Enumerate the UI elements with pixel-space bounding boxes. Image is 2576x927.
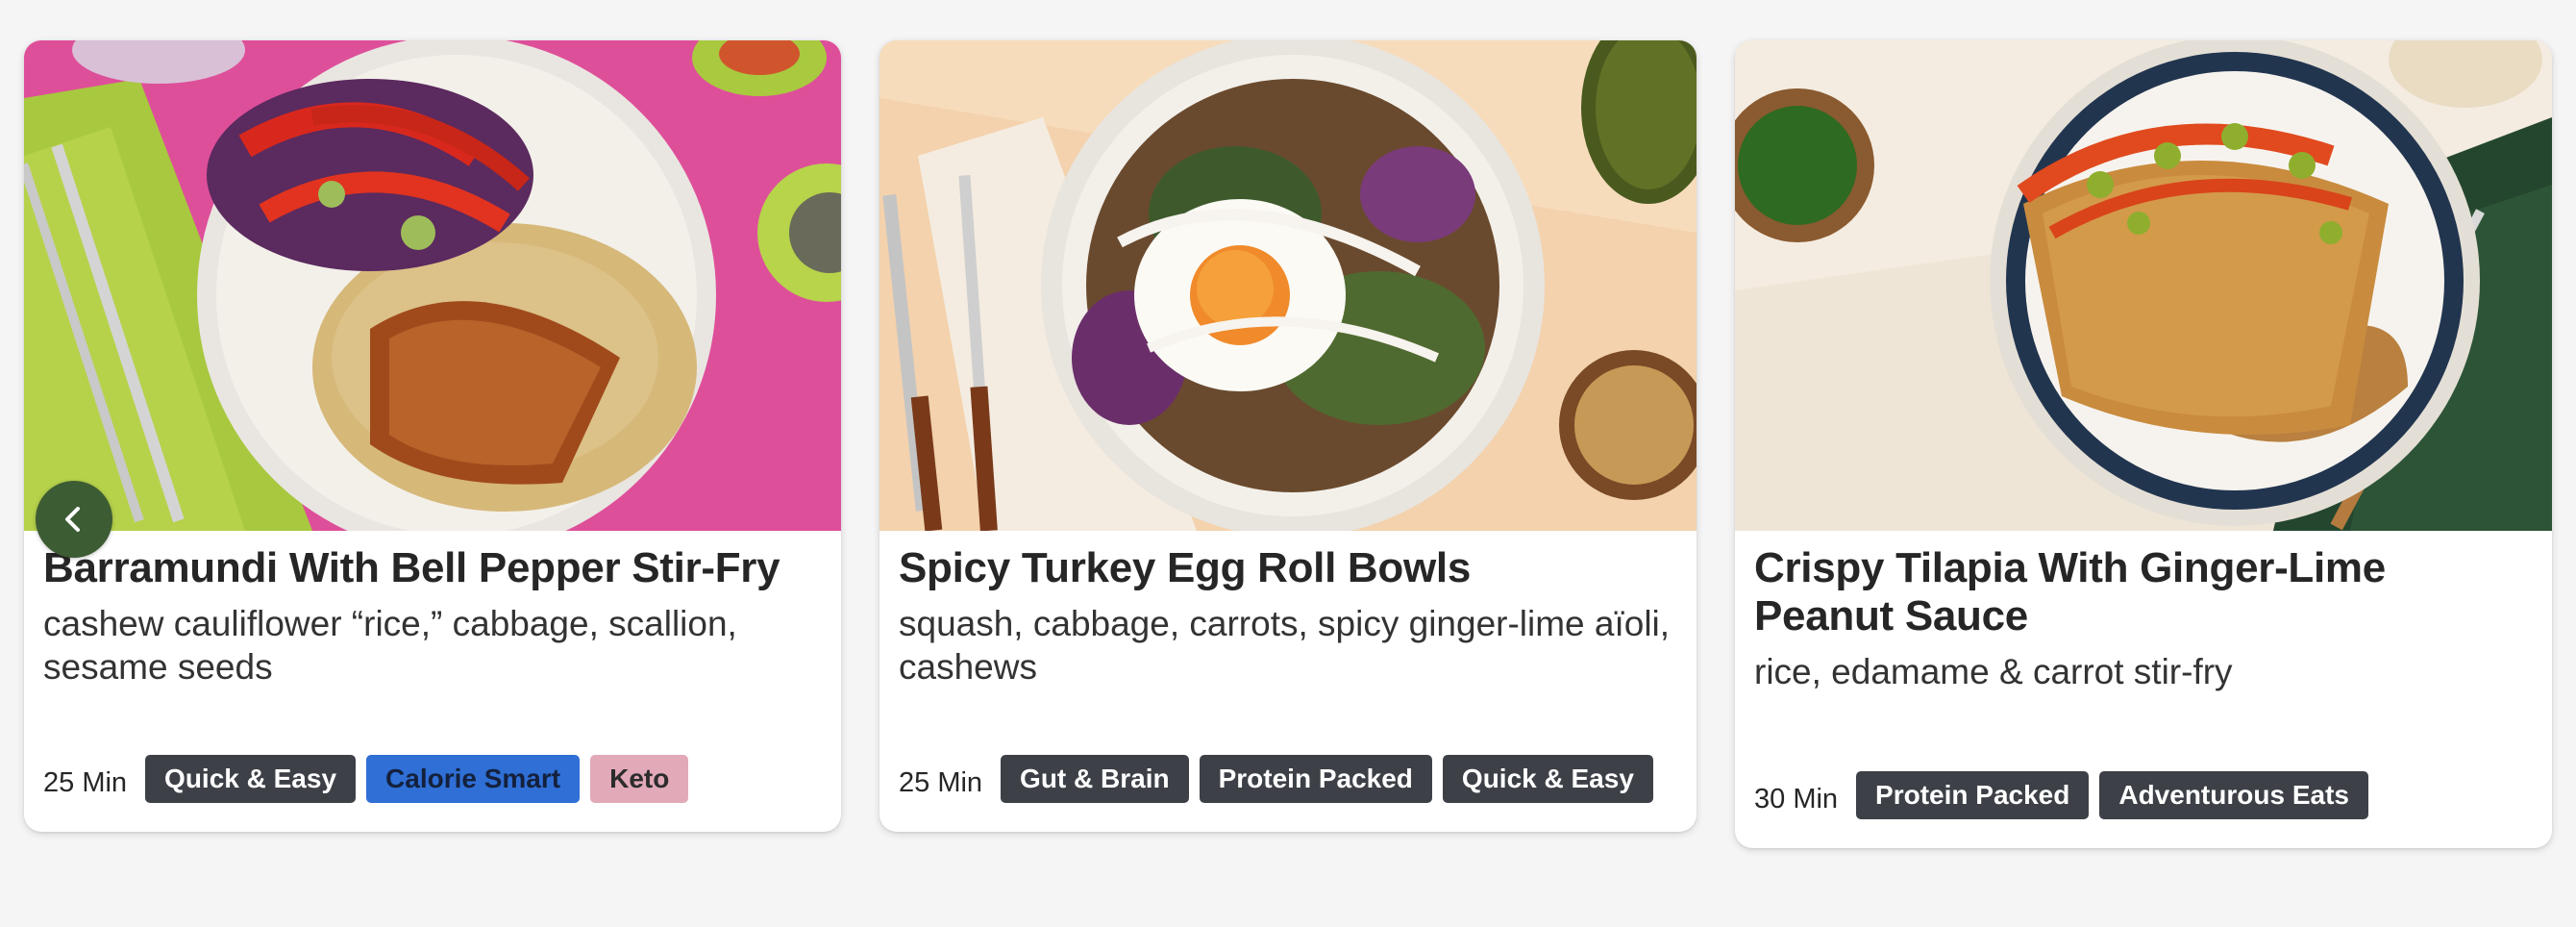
recipe-image xyxy=(1735,40,2552,531)
recipe-image xyxy=(879,40,1697,531)
recipe-meta: 25 Min Gut & Brain Protein Packed Quick … xyxy=(899,755,1677,803)
cook-time: 25 Min xyxy=(899,766,983,798)
recipe-meta: 30 Min Protein Packed Adventurous Eats xyxy=(1754,771,2533,819)
tag-badge: Protein Packed xyxy=(1199,755,1432,803)
chevron-left-icon xyxy=(65,507,80,532)
recipe-card[interactable]: Crispy Tilapia With Ginger-Lime Peanut S… xyxy=(1735,40,2552,848)
recipe-image xyxy=(24,40,841,531)
recipe-subtitle: rice, edamame & carrot stir-fry xyxy=(1754,652,2233,691)
recipe-title[interactable]: Crispy Tilapia With Ginger-Lime Peanut S… xyxy=(1754,544,2533,640)
recipe-title[interactable]: Barramundi With Bell Pepper Stir-Fry xyxy=(43,544,822,592)
tag-badge: Quick & Easy xyxy=(1442,755,1653,803)
recipe-card[interactable]: Barramundi With Bell Pepper Stir-Fry cas… xyxy=(24,40,841,832)
recipe-card[interactable]: Spicy Turkey Egg Roll Bowls squash, cabb… xyxy=(879,40,1697,832)
tag-badge: Keto xyxy=(590,755,689,803)
recipe-subtitle: squash, cabbage, carrots, spicy ginger-l… xyxy=(899,604,1671,687)
tag-badge: Gut & Brain xyxy=(1001,755,1189,803)
tag-badge: Calorie Smart xyxy=(366,755,581,803)
recipe-meta: 25 Min Quick & Easy Calorie Smart Keto xyxy=(43,755,822,803)
recipe-subtitle: cashew cauliflower “rice,” cabbage, scal… xyxy=(43,604,737,687)
tag-badge: Protein Packed xyxy=(1856,771,2090,819)
tag-badge: Adventurous Eats xyxy=(2099,771,2368,819)
recipe-title[interactable]: Spicy Turkey Egg Roll Bowls xyxy=(899,544,1677,592)
cook-time: 30 Min xyxy=(1754,783,1839,814)
cook-time: 25 Min xyxy=(43,766,128,798)
carousel-prev-button[interactable] xyxy=(36,481,112,558)
tag-badge: Quick & Easy xyxy=(145,755,357,803)
